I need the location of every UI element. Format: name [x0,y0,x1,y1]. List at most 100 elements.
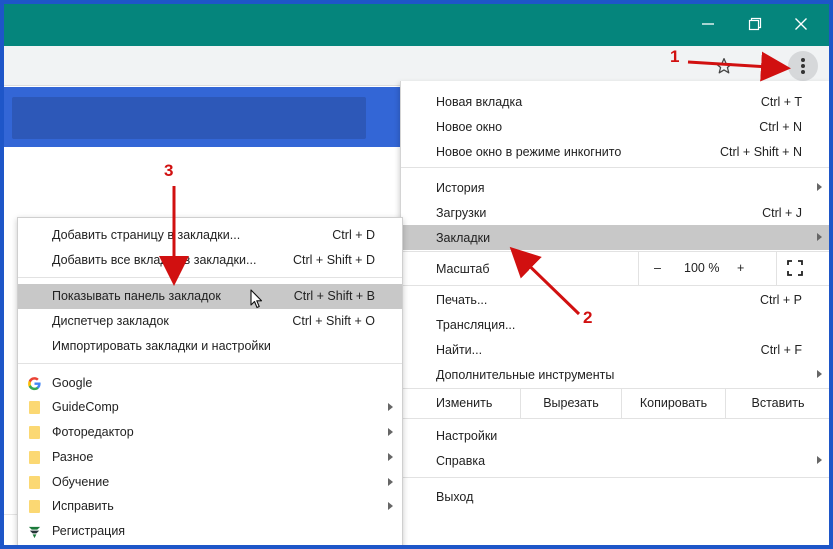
menu-item-shortcut: Ctrl + Shift + D [293,253,375,267]
bookmark-label: GuideComp [52,400,119,414]
close-icon [795,18,807,30]
chevron-right-icon [817,456,822,464]
page-search-box[interactable] [12,97,366,139]
menu-item-new-window[interactable]: Новое окно Ctrl + N [401,114,829,139]
bookmark-folder[interactable]: Исправить [18,494,402,519]
menu-item-more-tools[interactable]: Дополнительные инструменты [401,362,829,387]
bookmark-label: Фоторедактор [52,425,134,439]
menu-item-shortcut: Ctrl + Shift + N [720,145,802,159]
zoom-out-button[interactable]: – [654,261,661,275]
title-bar [4,4,829,46]
paste-button[interactable]: Вставить [725,388,829,418]
menu-item-exit[interactable]: Выход [401,484,829,509]
menu-item-label: Диспетчер закладок [52,314,169,328]
zoom-controls: – 100 % + [638,251,829,285]
menu-item-shortcut: Ctrl + F [760,343,802,357]
chevron-right-icon [388,428,393,436]
restore-button[interactable] [741,12,769,38]
menu-item-label: Настройки [436,429,498,443]
menu-item-shortcut: Ctrl + J [762,206,802,220]
annotation-number-3: 3 [164,161,174,180]
menu-dots-icon[interactable] [788,51,818,81]
extension-icon[interactable] [763,66,771,74]
menu-item-shortcut: Ctrl + P [759,293,802,307]
bookmark-label: Обучение [52,475,110,489]
menu-item-help[interactable]: Справка [401,448,829,473]
menu-item-history[interactable]: История [401,175,829,200]
bookmark-label: Разное [52,450,94,464]
chevron-right-icon [388,478,393,486]
menu-item-label: Загрузки [436,206,487,220]
site-icon [28,526,41,539]
menu-item-label: Дополнительные инструменты [436,368,615,382]
menu-item-label: Добавить страницу в закладки... [52,228,241,242]
chevron-right-icon [817,233,822,241]
menu-item-downloads[interactable]: Загрузки Ctrl + J [401,200,829,225]
edit-row: Изменить Вырезать Копировать Вставить [401,388,829,418]
copy-button[interactable]: Копировать [621,388,725,418]
menu-separator [401,477,829,478]
menu-item-bookmarks[interactable]: Закладки [401,225,829,250]
bookmark-this-page[interactable]: Добавить страницу в закладки... Ctrl + D [18,223,402,248]
annotation-number-1: 1 [670,47,680,66]
menu-item-settings[interactable]: Настройки [401,423,829,448]
show-bookmarks-bar[interactable]: Показывать панель закладок Ctrl + Shift … [18,284,402,309]
menu-item-shortcut: Ctrl + N [759,120,802,134]
minimize-icon [702,23,714,25]
menu-item-label: Справка [436,454,486,468]
folder-icon [29,476,40,489]
menu-separator [18,277,402,278]
menu-item-label: Найти... [436,343,483,357]
bookmark-label: Регистрация [52,524,126,538]
menu-item-shortcut: Ctrl + Shift + O [292,314,375,328]
menu-separator [401,167,829,168]
menu-item-cast[interactable]: Трансляция... [401,312,829,337]
menu-separator [401,285,829,286]
bookmark-label: Исправить [52,499,114,513]
star-icon[interactable] [715,57,733,75]
fullscreen-icon[interactable] [787,260,803,276]
menu-item-label: Новая вкладка [436,95,523,109]
bookmark-all-tabs[interactable]: Добавить все вкладки в закладки... Ctrl … [18,248,402,273]
browser-window: Новая вкладка Ctrl + T Новое окно Ctrl +… [0,0,833,549]
menu-item-label: Новое окно в режиме инкогнито [436,145,622,159]
menu-item-shortcut: Ctrl + Shift + B [293,289,375,303]
bookmarks-submenu: Добавить страницу в закладки... Ctrl + D… [17,217,403,545]
bookmark-google[interactable]: Google [18,371,402,396]
menu-item-label: Новое окно [436,120,503,134]
maximize-icon [748,17,762,31]
main-menu: Новая вкладка Ctrl + T Новое окно Ctrl +… [400,81,829,545]
bookmark-folder[interactable]: Фоторедактор [18,420,402,445]
folder-icon [29,500,40,513]
zoom-row: Масштаб – 100 % + [401,251,829,285]
menu-item-shortcut: Ctrl + D [332,228,375,242]
menu-item-label: Трансляция... [436,318,516,332]
minimize-button[interactable] [694,12,722,38]
bookmark-registration[interactable]: Регистрация [18,519,402,544]
bookmark-folder[interactable]: Разное [18,445,402,470]
bookmark-folder[interactable]: GuideComp [18,395,402,420]
bookmark-label: Google [52,376,93,390]
import-bookmarks[interactable]: Импортировать закладки и настройки [18,334,402,359]
annotation-number-2: 2 [583,308,593,327]
menu-item-incognito[interactable]: Новое окно в режиме инкогнито Ctrl + Shi… [401,139,829,164]
chevron-right-icon [388,502,393,510]
menu-item-label: Закладки [436,231,491,245]
zoom-divider [776,251,777,285]
menu-item-print[interactable]: Печать... Ctrl + P [401,287,829,312]
menu-item-new-tab[interactable]: Новая вкладка Ctrl + T [401,89,829,114]
folder-icon [29,401,40,414]
close-button[interactable] [787,12,815,38]
menu-item-label: История [436,181,485,195]
menu-item-find[interactable]: Найти... Ctrl + F [401,337,829,362]
zoom-label: Масштаб [436,262,490,276]
bookmark-manager[interactable]: Диспетчер закладок Ctrl + Shift + O [18,309,402,334]
menu-item-label: Добавить все вкладки в закладки... [52,253,257,267]
browser-toolbar [4,46,829,86]
bookmark-folder[interactable]: Обучение [18,470,402,495]
folder-icon [29,426,40,439]
menu-item-label: Импортировать закладки и настройки [52,339,271,353]
google-icon [28,377,41,391]
zoom-in-button[interactable]: + [737,261,744,275]
cut-button[interactable]: Вырезать [520,388,621,418]
